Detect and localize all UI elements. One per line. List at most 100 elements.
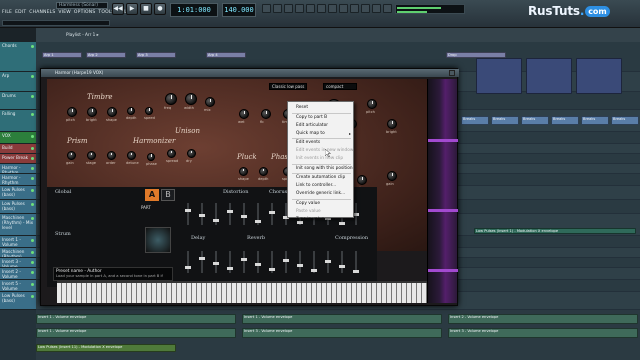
fader-track[interactable] [213, 203, 219, 225]
parameter-knob[interactable] [239, 167, 248, 176]
plugin-title-bar[interactable]: Harmor (Harpe19 VOX) [41, 69, 459, 77]
track-mute-led[interactable] [31, 157, 34, 160]
parameter-knob[interactable] [357, 175, 367, 185]
drum-pattern-clip[interactable]: Breaks [461, 116, 489, 125]
context-menu-item[interactable]: Link to controller... [288, 182, 355, 190]
plugin-picker-icon[interactable] [317, 4, 326, 13]
tempo-display[interactable]: 140.000 [222, 3, 256, 17]
loop-record-icon[interactable] [372, 4, 381, 13]
parameter-knob[interactable] [259, 167, 268, 176]
track-header[interactable]: Harmor - Rhythm [0, 174, 36, 186]
drum-pattern-clip[interactable]: Breaks [521, 116, 549, 125]
parameter-knob[interactable] [239, 109, 249, 119]
track-header[interactable]: Insert 3 - Volume [0, 258, 36, 268]
fader-handle[interactable] [199, 257, 205, 260]
context-menu-item[interactable]: Edit events [288, 139, 355, 147]
track-mute-led[interactable] [31, 203, 34, 206]
track-header[interactable]: Maschinen (Rhythm) - Mix level [0, 214, 36, 236]
track-header[interactable]: Harmor - Rhythm [0, 164, 36, 174]
fader-track[interactable] [227, 251, 233, 273]
menu-channels[interactable]: CHANNELS [29, 10, 55, 17]
parameter-knob[interactable] [87, 151, 96, 160]
fader-track[interactable] [311, 251, 317, 273]
filter-type-display[interactable]: Classic low pass [269, 83, 307, 90]
automation-clip[interactable]: Insert 1 - Volume envelope [242, 314, 442, 324]
piano-keyboard[interactable] [57, 281, 427, 303]
automation-clip[interactable]: Insert 1 - Volume envelope [36, 314, 236, 324]
fader-track[interactable] [353, 203, 359, 225]
note-pattern-clip[interactable] [576, 58, 622, 94]
track-mute-led[interactable] [31, 45, 34, 48]
parameter-knob[interactable] [145, 107, 153, 115]
menu-view[interactable]: VIEW [58, 10, 71, 17]
menu-edit[interactable]: EDIT [15, 10, 26, 17]
parameter-knob[interactable] [165, 93, 177, 105]
fader-handle[interactable] [227, 267, 233, 270]
context-menu-item[interactable]: Reset [288, 104, 355, 112]
fader-track[interactable] [269, 251, 275, 273]
fader-handle[interactable] [199, 214, 205, 217]
track-header[interactable]: Power Break [0, 154, 36, 164]
playlist-icon[interactable] [262, 4, 271, 13]
context-menu-item[interactable]: Edit articulator [288, 122, 355, 130]
parameter-knob[interactable] [147, 153, 155, 161]
track-header[interactable]: Chords [0, 42, 36, 72]
automation-clip[interactable]: Insert 2 - Volume envelope [448, 314, 638, 324]
track-header[interactable]: Low Pulses (bass) [0, 292, 36, 310]
context-menu-item[interactable]: Copy to part B [288, 114, 355, 122]
fader-handle[interactable] [213, 262, 219, 265]
parameter-knob[interactable] [87, 107, 97, 117]
track-header[interactable]: Arp [0, 72, 36, 92]
drum-pattern-clip[interactable]: Breaks [551, 116, 579, 125]
parameter-knob[interactable] [185, 93, 197, 105]
context-menu-item[interactable]: Init song with this position [288, 165, 355, 173]
parameter-knob[interactable] [127, 151, 136, 160]
parameter-knob[interactable] [127, 107, 135, 115]
stop-button[interactable]: ■ [140, 3, 152, 15]
track-header[interactable]: Insert 1 - Volume [0, 236, 36, 248]
track-header[interactable]: Drums [0, 92, 36, 110]
track-header[interactable]: Insert 5 - Volume [0, 280, 36, 292]
drum-pattern-clip[interactable]: Breaks [581, 116, 609, 125]
fader-track[interactable] [269, 203, 275, 225]
automation-clip[interactable]: Insert 1 - Volume envelope [36, 328, 236, 338]
fader-track[interactable] [213, 251, 219, 273]
track-mute-led[interactable] [31, 251, 34, 254]
track-mute-led[interactable] [31, 271, 34, 274]
parameter-knob[interactable] [67, 107, 77, 117]
countdown-icon[interactable] [350, 4, 359, 13]
track-header[interactable]: Low Pulses (bass) [0, 186, 36, 200]
automation-clip[interactable]: Insert 3 - Volume envelope [242, 328, 442, 338]
fader-track[interactable] [325, 251, 331, 273]
drum-pattern-clip[interactable]: Breaks [491, 116, 519, 125]
fader-track[interactable] [185, 203, 191, 225]
parameter-knob[interactable] [167, 149, 176, 158]
context-menu-item[interactable]: Quick map to ▸ [288, 130, 355, 138]
fader-handle[interactable] [241, 258, 247, 261]
play-button[interactable]: ▶ [126, 3, 138, 15]
fader-track[interactable] [255, 203, 261, 225]
parameter-knob[interactable] [387, 171, 397, 181]
fader-handle[interactable] [297, 264, 303, 267]
fader-handle[interactable] [311, 269, 317, 272]
track-mute-led[interactable] [31, 189, 34, 192]
track-mute-led[interactable] [31, 113, 34, 116]
wait-for-input-icon[interactable] [339, 4, 348, 13]
fader-handle[interactable] [185, 266, 191, 269]
track-mute-led[interactable] [31, 261, 34, 264]
mixer-icon[interactable] [295, 4, 304, 13]
fader-handle[interactable] [255, 263, 261, 266]
track-mute-led[interactable] [31, 95, 34, 98]
fader-handle[interactable] [269, 268, 275, 271]
track-mute-led[interactable] [31, 283, 34, 286]
track-mute-led[interactable] [31, 167, 34, 170]
track-header[interactable]: Maschinen (Rhythm) [0, 248, 36, 258]
note-pattern-clip[interactable] [526, 58, 572, 94]
fader-handle[interactable] [241, 215, 247, 218]
fader-track[interactable] [297, 251, 303, 273]
track-header[interactable]: Falling [0, 110, 36, 132]
fader-handle[interactable] [255, 220, 261, 223]
track-mute-led[interactable] [31, 135, 34, 138]
parameter-knob[interactable] [107, 151, 116, 160]
fader-handle[interactable] [339, 265, 345, 268]
